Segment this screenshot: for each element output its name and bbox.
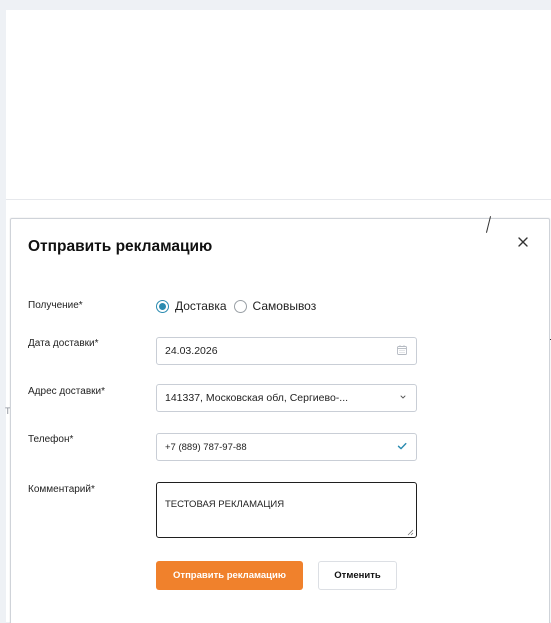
check-icon <box>396 440 408 455</box>
radio-pickup-label[interactable]: Самовывоз <box>253 299 317 313</box>
submit-claim-button[interactable]: Отправить рекламацию <box>156 561 303 590</box>
calendar-icon[interactable] <box>396 344 408 359</box>
delivery-method-label: Получение* <box>28 300 83 311</box>
phone-value: +7 (889) 787-97-88 <box>165 441 247 453</box>
radio-pickup[interactable] <box>233 299 247 313</box>
close-icon[interactable] <box>515 234 531 250</box>
background-divider <box>6 199 551 200</box>
phone-label: Телефон* <box>28 434 74 445</box>
resize-handle-icon[interactable] <box>407 528 414 536</box>
cancel-button[interactable]: Отменить <box>318 561 397 590</box>
delivery-date-label: Дата доставки* <box>28 338 99 349</box>
comment-label: Комментарий* <box>28 484 95 495</box>
delivery-address-label: Адрес доставки* <box>28 386 105 397</box>
delivery-address-select[interactable]: 141337, Московская обл, Сергиево-... <box>156 384 417 412</box>
comment-textarea[interactable]: ТЕСТОВАЯ РЕКЛАМАЦИЯ <box>156 482 417 538</box>
chevron-down-icon[interactable] <box>398 392 408 405</box>
phone-field[interactable]: +7 (889) 787-97-88 <box>156 433 417 461</box>
delivery-method-group: Доставка Самовывоз <box>156 299 316 313</box>
radio-delivery[interactable] <box>156 299 169 313</box>
radio-delivery-label[interactable]: Доставка <box>175 299 227 313</box>
delivery-address-value: 141337, Московская обл, Сергиево-... <box>165 392 349 404</box>
dialog-title: Отправить рекламацию <box>28 238 213 255</box>
delivery-date-value: 24.03.2026 <box>165 345 218 357</box>
delivery-date-field[interactable]: 24.03.2026 <box>156 337 417 365</box>
comment-value: ТЕСТОВАЯ РЕКЛАМАЦИЯ <box>165 499 285 510</box>
